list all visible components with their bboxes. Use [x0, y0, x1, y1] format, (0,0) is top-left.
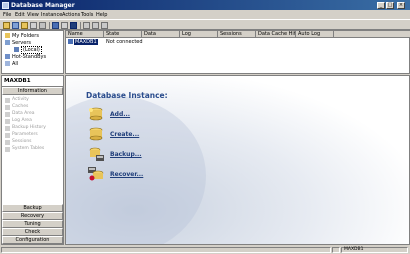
window-title: Database Manager — [11, 1, 75, 9]
column-header-state[interactable]: State — [104, 31, 142, 38]
recover-instance-link[interactable]: Recover... — [88, 167, 178, 183]
status-instance: MAXDB1 — [341, 247, 408, 253]
tab-backup[interactable]: Backup — [2, 204, 63, 212]
menu-instance[interactable]: Instance — [41, 12, 62, 18]
menu-bar: File Edit View Instance Actions Tools He… — [0, 10, 410, 19]
all-icon — [5, 61, 10, 66]
section-title: Database Instance: — [86, 91, 168, 100]
caches-icon — [5, 104, 10, 110]
add-instance-link[interactable]: Add... — [88, 107, 178, 123]
menu-view[interactable]: View — [27, 12, 39, 18]
tab-configuration[interactable]: Configuration — [2, 236, 63, 244]
standby-icon — [5, 54, 10, 59]
backup-history-icon — [5, 125, 10, 131]
tab-information[interactable]: Information — [2, 87, 63, 95]
activity-icon — [5, 97, 10, 103]
sort-icon[interactable] — [92, 21, 99, 29]
toolbar-separator — [49, 21, 50, 29]
instance-task-panel: MAXDB1 Information Activity Caches Data … — [1, 75, 64, 245]
app-icon — [2, 1, 9, 9]
database-icon[interactable] — [70, 21, 77, 29]
toolbar-separator — [80, 21, 81, 29]
disconnect-icon[interactable] — [61, 21, 68, 29]
row-state-cell: Not connected — [106, 39, 143, 45]
new-folder-icon[interactable] — [3, 21, 10, 29]
folder-icon — [5, 33, 10, 38]
connect-icon[interactable] — [52, 21, 59, 29]
status-indicator — [332, 247, 340, 253]
create-instance-link[interactable]: Create... — [88, 127, 178, 143]
minimize-button[interactable]: _ — [377, 1, 385, 9]
menu-file[interactable]: File — [3, 12, 11, 18]
menu-help[interactable]: Help — [96, 12, 107, 18]
add-database-icon — [89, 107, 103, 121]
instance-name-header: MAXDB1 — [2, 76, 63, 87]
menu-edit[interactable]: Edit — [15, 12, 25, 18]
copy-icon[interactable] — [39, 21, 46, 29]
properties-icon[interactable] — [30, 21, 37, 29]
backup-instance-link[interactable]: Backup... — [88, 147, 178, 163]
column-header-log[interactable]: Log — [180, 31, 218, 38]
table-row[interactable]: MAXDB1 Not connected — [66, 39, 409, 46]
tab-check[interactable]: Check — [2, 228, 63, 236]
save-icon[interactable] — [12, 21, 19, 29]
tab-tuning[interactable]: Tuning — [2, 220, 63, 228]
log-area-icon — [5, 118, 10, 124]
create-database-icon — [89, 127, 103, 141]
title-bar[interactable]: Database Manager _ □ × — [0, 0, 410, 10]
database-manager-window: Database Manager _ □ × File Edit View In… — [0, 0, 410, 254]
backup-database-icon — [89, 147, 104, 161]
column-header-data-cache-hit[interactable]: Data Cache Hit... — [256, 31, 296, 38]
open-icon[interactable] — [21, 21, 28, 29]
column-header-auto-log[interactable]: Auto Log — [296, 31, 334, 38]
instance-list: Name State Data Log Sessions Data Cache … — [65, 30, 410, 74]
menu-tools[interactable]: Tools — [81, 12, 93, 18]
column-header-filler — [334, 31, 410, 38]
status-bar: MAXDB1 — [0, 246, 410, 254]
status-message — [1, 247, 331, 253]
tab-recovery[interactable]: Recovery — [2, 212, 63, 220]
data-area-icon — [5, 111, 10, 117]
system-tables-icon — [5, 146, 10, 152]
task-content-panel: Database Instance: Add... Create... Back… — [65, 75, 410, 245]
delete-icon[interactable] — [83, 21, 90, 29]
server-icon — [5, 40, 10, 45]
computer-icon — [14, 47, 19, 52]
column-header-sessions[interactable]: Sessions — [218, 31, 256, 38]
maximize-button[interactable]: □ — [386, 1, 394, 9]
server-tree: My Folders Servers (Local) Hot-StandBys … — [1, 30, 64, 74]
column-header-data[interactable]: Data — [142, 31, 180, 38]
recover-database-icon — [88, 167, 104, 181]
toolbar — [0, 19, 410, 30]
list-view-icon[interactable] — [101, 21, 108, 29]
close-button[interactable]: × — [397, 1, 405, 9]
sessions-icon — [5, 139, 10, 145]
menu-actions[interactable]: Actions — [62, 12, 80, 18]
row-name-cell: MAXDB1 — [68, 39, 98, 46]
parameters-icon — [5, 132, 10, 138]
database-icon — [68, 39, 73, 44]
column-header-name[interactable]: Name — [66, 31, 104, 38]
